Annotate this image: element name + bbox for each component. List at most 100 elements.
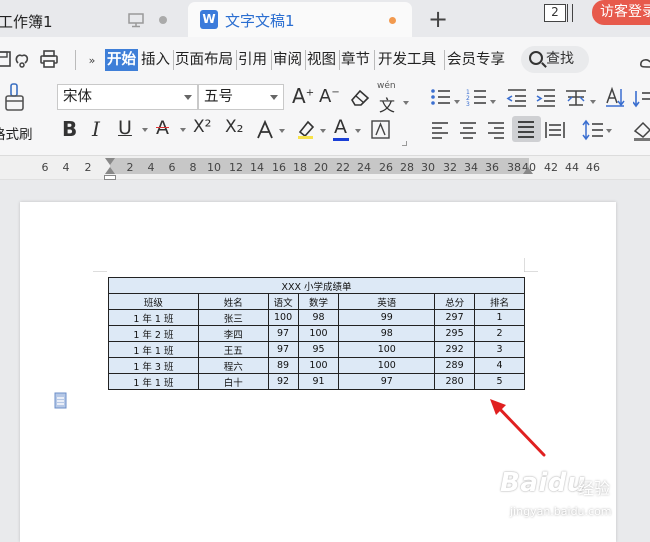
align-left-icon[interactable]	[430, 120, 450, 140]
table-header-cell[interactable]: 语文	[267, 293, 299, 310]
left-indent-marker[interactable]	[104, 175, 116, 180]
superscript-button[interactable]: X²	[193, 117, 211, 137]
text-effect-icon[interactable]	[255, 120, 275, 140]
table-cell[interactable]: 91	[297, 373, 340, 390]
table-cell[interactable]: 292	[434, 341, 476, 358]
tab-document[interactable]: W 文字文稿1	[188, 2, 412, 37]
font-size-select[interactable]: 五号	[198, 84, 284, 110]
table-cell[interactable]: 1 年 1 班	[108, 373, 199, 390]
table-cell[interactable]: 89	[267, 357, 299, 374]
table-cell[interactable]: 4	[474, 357, 525, 374]
table-cell[interactable]: 白十	[197, 373, 269, 390]
paste-options-icon[interactable]	[54, 392, 70, 410]
link-icon[interactable]	[12, 49, 32, 69]
table-title[interactable]: XXX 小学成绩单	[108, 277, 525, 294]
shading-icon[interactable]	[632, 119, 650, 141]
table-cell[interactable]: 98	[338, 325, 436, 342]
table-cell[interactable]: 100	[338, 357, 436, 374]
align-right-icon[interactable]	[486, 120, 506, 140]
table-cell[interactable]: 92	[267, 373, 299, 390]
cloud-icon[interactable]	[638, 55, 650, 71]
sort-icon[interactable]	[633, 88, 650, 108]
table-cell[interactable]: 97	[267, 325, 299, 342]
menu-review[interactable]: 审阅	[273, 49, 302, 71]
table-cell[interactable]: 99	[338, 309, 436, 326]
decrease-indent-icon[interactable]	[506, 87, 528, 107]
more-chevron-icon[interactable]: »	[82, 51, 102, 71]
grades-table[interactable]: XXX 小学成绩单 班级 姓名 语文 数学 英语 总分 排名 1 年 1 班 张…	[108, 277, 525, 390]
menu-view[interactable]: 视图	[307, 49, 336, 71]
chevron-down-icon[interactable]	[606, 129, 612, 133]
subscript-button[interactable]: X₂	[225, 117, 243, 137]
print-icon[interactable]	[39, 49, 59, 69]
bullet-list-icon[interactable]	[430, 87, 452, 107]
table-cell[interactable]: 1 年 3 班	[108, 357, 199, 374]
table-cell[interactable]: 王五	[197, 341, 269, 358]
phonetic-guide-button[interactable]: 文	[379, 92, 395, 116]
highlight-icon[interactable]	[296, 119, 316, 139]
table-cell[interactable]: 97	[338, 373, 436, 390]
table-cell[interactable]: 1	[474, 309, 525, 326]
tab-close-dot[interactable]	[159, 16, 167, 24]
table-header-cell[interactable]: 排名	[474, 293, 525, 310]
unsaved-dot-icon[interactable]	[389, 17, 396, 24]
table-header-cell[interactable]: 总分	[434, 293, 476, 310]
chinese-layout-icon[interactable]	[564, 87, 588, 107]
chevron-down-icon[interactable]	[403, 101, 409, 105]
underline-button[interactable]: U	[118, 117, 132, 139]
numbered-list-icon[interactable]: 1 2 3	[466, 87, 488, 107]
character-border-icon[interactable]	[371, 120, 391, 140]
increase-indent-icon[interactable]	[535, 87, 557, 107]
table-header-cell[interactable]: 英语	[338, 293, 436, 310]
table-cell[interactable]: 1 年 1 班	[108, 341, 199, 358]
window-list-icon[interactable]	[567, 4, 573, 22]
menu-page-layout[interactable]: 页面布局	[175, 49, 233, 71]
chevron-down-icon[interactable]	[490, 100, 496, 104]
chevron-down-icon[interactable]	[320, 129, 326, 133]
chevron-down-icon[interactable]	[355, 129, 361, 133]
chevron-down-icon[interactable]	[454, 100, 460, 104]
table-cell[interactable]: 95	[297, 341, 340, 358]
distribute-icon[interactable]	[544, 120, 566, 140]
grow-font-button[interactable]: A+	[292, 84, 314, 108]
table-cell[interactable]: 5	[474, 373, 525, 390]
table-cell[interactable]: 100	[297, 325, 340, 342]
right-indent-marker[interactable]	[523, 167, 533, 174]
monitor-icon[interactable]	[128, 13, 144, 28]
table-cell[interactable]: 2	[474, 325, 525, 342]
justify-button[interactable]	[512, 116, 541, 142]
menu-insert[interactable]: 插入	[141, 49, 170, 71]
font-name-select[interactable]: 宋体	[57, 84, 198, 110]
new-tab-button[interactable]: +	[428, 5, 448, 33]
italic-button[interactable]: I	[92, 117, 100, 141]
menu-chapter[interactable]: 章节	[341, 49, 370, 71]
table-cell[interactable]: 李四	[197, 325, 269, 342]
table-cell[interactable]: 3	[474, 341, 525, 358]
table-cell[interactable]: 1 年 2 班	[108, 325, 199, 342]
align-center-icon[interactable]	[458, 120, 478, 140]
visitor-login-button[interactable]: 访客登录	[592, 0, 650, 25]
chevron-down-icon[interactable]	[590, 100, 596, 104]
bold-button[interactable]: B	[62, 117, 77, 141]
horizontal-ruler[interactable]: 6 4 2 2 4 6 8 10 12 14 16 18 20 22 24 26…	[0, 156, 650, 180]
table-cell[interactable]: 100	[267, 309, 299, 326]
table-cell[interactable]: 98	[297, 309, 340, 326]
table-cell[interactable]: 97	[267, 341, 299, 358]
line-spacing-icon[interactable]	[582, 119, 604, 141]
table-header-cell[interactable]: 数学	[297, 293, 340, 310]
menu-member[interactable]: 会员专享	[447, 49, 505, 71]
menu-references[interactable]: 引用	[238, 49, 267, 71]
chevron-down-icon[interactable]	[180, 128, 186, 132]
first-line-indent-marker[interactable]	[105, 158, 115, 165]
table-cell[interactable]: 100	[338, 341, 436, 358]
strikethrough-button[interactable]: A	[156, 117, 169, 139]
clear-format-icon[interactable]	[349, 88, 371, 106]
hanging-indent-marker[interactable]	[105, 167, 115, 174]
window-count-badge[interactable]: 2	[544, 4, 566, 22]
table-cell[interactable]: 295	[434, 325, 476, 342]
menu-home[interactable]: 开始	[105, 49, 138, 71]
tab-workbook[interactable]: 工作簿1	[0, 3, 185, 37]
search-button[interactable]: 查找	[521, 46, 589, 73]
format-painter-icon[interactable]	[5, 83, 25, 113]
table-header-cell[interactable]: 班级	[108, 293, 199, 310]
